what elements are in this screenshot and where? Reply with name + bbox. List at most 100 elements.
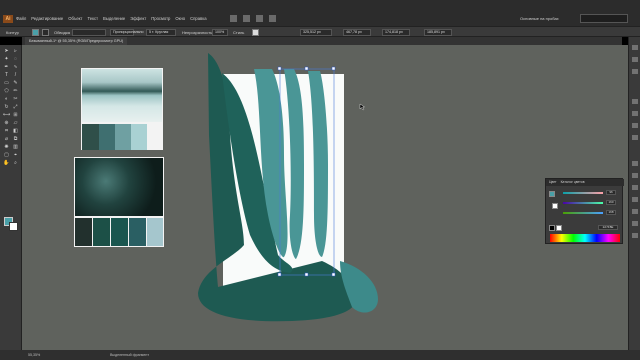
scale-tool-icon[interactable]: ⤢ [12,104,19,111]
artboard-tool-icon[interactable]: ▢ [3,152,10,159]
bridge-icon[interactable] [230,15,237,22]
menu-select[interactable]: Выделение [103,16,125,21]
artwork-layer[interactable] [22,45,628,350]
height-field[interactable]: 185,891 px [424,29,452,36]
selection-type-label: Контур [6,30,19,35]
color-spectrum[interactable] [550,234,620,242]
swatches-icon[interactable] [632,111,638,116]
green-value[interactable]: 160 [606,200,616,205]
white-swatch[interactable] [556,225,562,231]
stroke-color-box[interactable] [9,222,18,231]
lasso-tool-icon[interactable]: ◌ [12,56,19,63]
appearance-icon[interactable] [632,197,638,202]
green-slider[interactable]: 160 [563,200,616,205]
menu-object[interactable]: Объект [68,16,82,21]
stroke-color-swatch[interactable] [42,29,49,36]
color-tab[interactable]: Цвет [549,180,557,184]
paintbrush-tool-icon[interactable]: ✎ [12,80,19,87]
menu-view[interactable]: Просмотр [151,16,170,21]
hand-tool-icon[interactable]: ✋ [3,160,10,167]
rectangle-tool-icon[interactable]: ▭ [3,80,10,87]
direct-selection-tool-icon[interactable]: ▹ [12,48,19,55]
stroke-label: Обводка [54,30,71,35]
mesh-tool-icon[interactable]: ⌗ [3,128,10,135]
shape-builder-tool-icon[interactable]: ⊕ [3,120,10,127]
graphic-styles-icon[interactable] [632,209,638,214]
line-tool-icon[interactable]: / [12,72,19,79]
symbol-sprayer-tool-icon[interactable]: ✺ [3,144,10,151]
app-bar-icons [230,15,276,22]
panel-stroke-swatch[interactable] [552,203,558,209]
perspective-tool-icon[interactable]: ▱ [12,120,19,127]
blue-slider[interactable]: 168 [563,210,616,215]
color-panel[interactable]: Цвет Каталог цветов 96 160 168 2A7F8E [545,178,624,244]
pathfinder-icon[interactable] [632,233,638,238]
color-guide-tab[interactable]: Каталог цветов [561,180,585,184]
free-transform-tool-icon[interactable]: ⊞ [12,112,19,119]
graphic-style-swatch[interactable] [252,29,259,36]
width-tool-icon[interactable]: ⟷ [3,112,10,119]
opacity-field[interactable]: 100% [212,29,228,36]
libraries-icon[interactable] [632,69,638,74]
canvas-area[interactable]: Цвет Каталог цветов 96 160 168 2A7F8E [22,45,628,350]
zoom-level[interactable]: 55,35% [28,353,40,357]
selection-tool-icon[interactable]: ➤ [3,48,10,55]
black-swatch[interactable] [549,225,555,231]
gradient-tool-icon[interactable]: ◧ [12,128,19,135]
brush-definition-select[interactable]: 5 т. Круглая [146,29,176,36]
opacity-label[interactable]: Непрозрачность [182,30,212,35]
tools-panel: ➤ ▹ ✦ ◌ ✒ ∿ T / ▭ ✎ ⬠ ✏ ◐ ✂ ↻ ⤢ ⟷ ⊞ ⊕ ▱ ⌗ ◧ ⌀ ⧉ ✺ ▥ ▢ ⌖ ✋ ⌕ [0,45,22,350]
rotate-tool-icon[interactable]: ↻ [3,104,10,111]
menu-window[interactable]: Окно [175,16,185,21]
status-bar: 55,35% Выделенный фрагмент [0,350,640,360]
type-tool-icon[interactable]: T [3,72,10,79]
red-slider[interactable]: 96 [563,190,616,195]
properties-icon[interactable] [632,45,638,50]
stock-icon[interactable] [243,15,250,22]
layers-icon[interactable] [632,57,638,62]
gradient-icon[interactable] [632,173,638,178]
blue-value[interactable]: 168 [606,210,616,215]
mouse-cursor-icon [359,103,366,111]
app-logo: Ai [3,15,13,23]
column-graph-tool-icon[interactable]: ▥ [12,144,19,151]
gpu-icon[interactable] [269,15,276,22]
slice-tool-icon[interactable]: ⌖ [12,152,19,159]
eraser-tool-icon[interactable]: ◐ [3,96,10,103]
eyedropper-tool-icon[interactable]: ⌀ [3,136,10,143]
brushes-icon[interactable] [632,123,638,128]
status-tool[interactable]: Выделенный фрагмент [110,353,149,357]
help-search-input[interactable] [580,14,628,23]
color-icon[interactable] [632,99,638,104]
variable-width-profile[interactable]: Пропорционально [110,29,144,36]
align-icon[interactable] [632,221,638,226]
curvature-tool-icon[interactable]: ∿ [12,64,19,71]
teal-stripe-4[interactable] [308,71,328,257]
hex-value[interactable]: 2A7F8E [598,225,618,230]
stroke-weight-field[interactable] [72,29,106,36]
zoom-tool-icon[interactable]: ⌕ [12,160,19,167]
menu-edit[interactable]: Редактирование [31,16,63,21]
red-value[interactable]: 96 [606,190,616,195]
pencil-tool-icon[interactable]: ✏ [12,88,19,95]
menu-help[interactable]: Справка [190,16,206,21]
menu-file[interactable]: Файл [16,16,26,21]
pen-tool-icon[interactable]: ✒ [3,64,10,71]
y-coordinate-field[interactable]: 467,78 px [343,29,371,36]
panel-fill-swatch[interactable] [549,191,555,197]
scissors-tool-icon[interactable]: ✂ [12,96,19,103]
menu-effect[interactable]: Эффект [130,16,146,21]
document-tab[interactable]: Безымянный-1* @ 55,35% (RGB/Предпросмотр… [25,37,128,45]
arrange-documents-icon[interactable] [256,15,263,22]
workspace-switcher[interactable]: Основные на пробах [520,16,559,21]
shaper-tool-icon[interactable]: ⬠ [3,88,10,95]
blend-tool-icon[interactable]: ⧉ [12,136,19,143]
width-field[interactable]: 174,818 px [382,29,410,36]
fill-color-swatch[interactable] [32,29,39,36]
menu-type[interactable]: Текст [87,16,98,21]
magic-wand-tool-icon[interactable]: ✦ [3,56,10,63]
x-coordinate-field[interactable]: 325,512 px [300,29,332,36]
symbols-icon[interactable] [632,135,638,140]
transparency-icon[interactable] [632,185,638,190]
stroke-icon[interactable] [632,161,638,166]
